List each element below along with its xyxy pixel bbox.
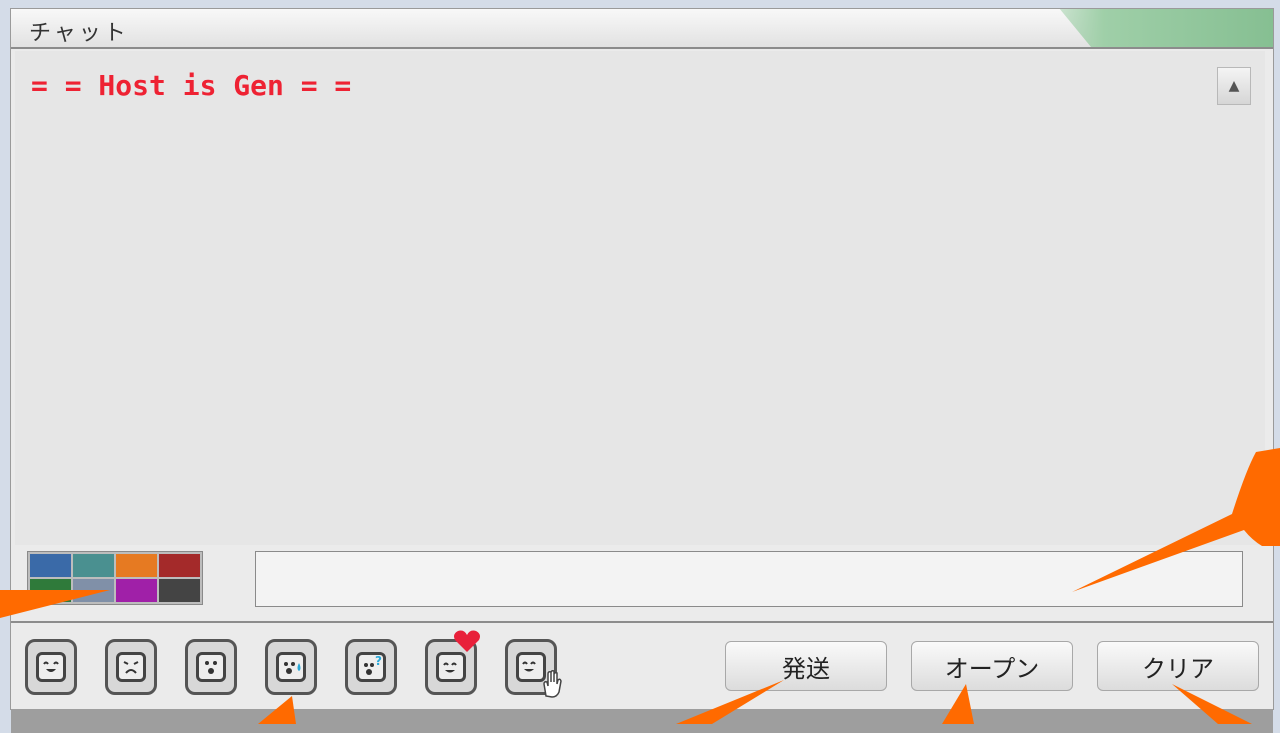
color-swatch[interactable] [30,579,71,602]
color-swatch[interactable] [159,579,200,602]
emote-wave-button[interactable] [505,639,562,698]
color-swatch[interactable] [73,579,114,602]
emote-love-button[interactable] [425,630,480,695]
title-bar: チャット [11,9,1273,49]
color-swatch[interactable] [30,554,71,577]
color-swatch[interactable] [159,554,200,577]
message-input[interactable] [255,551,1243,607]
hand-icon [543,670,562,698]
color-swatch[interactable] [116,579,157,602]
emote-surprised-button[interactable] [185,639,237,695]
open-button[interactable]: オープン [911,641,1073,691]
surprised-face-icon [196,652,226,682]
svg-text:?: ? [375,655,382,668]
smile-face-icon [36,652,66,682]
sad-face-icon [116,652,146,682]
triangle-up-icon: ▲ [1228,78,1240,94]
color-swatch[interactable] [116,554,157,577]
clear-button[interactable]: クリア [1097,641,1259,691]
chat-message: = = Host is Gen = = [31,69,352,102]
window-title: チャット [29,21,129,46]
emote-question-button[interactable]: ? [345,639,397,695]
send-button[interactable]: 発送 [725,641,887,691]
emote-sad-button[interactable] [105,639,157,695]
chat-log: = = Host is Gen = = ▲ [15,51,1265,545]
bottom-strip [11,709,1273,733]
question-face-icon: ? [356,652,386,682]
divider [11,621,1273,623]
title-accent-decoration [1059,9,1273,47]
color-swatch[interactable] [73,554,114,577]
heart-icon [454,630,480,652]
emote-sweat-button[interactable] [265,639,317,695]
color-palette [27,551,203,605]
sweat-face-icon [276,652,306,682]
love-face-icon [436,652,466,682]
emote-smile-button[interactable] [25,639,77,695]
chat-window: チャット = = Host is Gen = = ▲ ? 発送 オープン クリア [10,8,1274,733]
scroll-up-button[interactable]: ▲ [1217,67,1251,105]
